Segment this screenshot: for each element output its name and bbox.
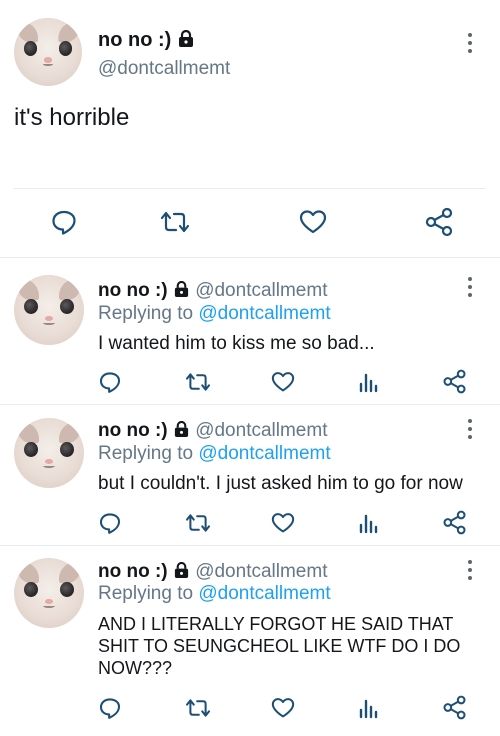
tweet-text-line: NOW??? [98, 658, 173, 678]
tweet-text-line: SHIT TO SEUNGCHEOL LIKE WTF DO I DO [98, 636, 461, 656]
more-icon[interactable] [467, 277, 473, 299]
avatar[interactable] [14, 18, 82, 86]
tweet-text: it's horrible [14, 104, 130, 131]
share-icon[interactable] [442, 510, 467, 535]
tweet-text: I wanted him to kiss me so bad... [98, 333, 375, 354]
heart-icon[interactable] [271, 371, 295, 393]
analytics-icon[interactable] [358, 697, 380, 719]
analytics-icon[interactable] [358, 371, 380, 393]
replying-to-label: Replying to [98, 583, 194, 604]
reply-icon[interactable] [98, 696, 122, 720]
lock-icon [174, 562, 189, 579]
replying-to-label: Replying to [98, 443, 194, 464]
avatar[interactable] [14, 558, 84, 628]
heart-icon[interactable] [271, 512, 295, 534]
divider [0, 545, 500, 546]
lock-icon [178, 30, 193, 47]
reply-icon[interactable] [98, 511, 122, 535]
user-handle[interactable]: @dontcallmemt [98, 58, 230, 80]
avatar[interactable] [14, 275, 84, 345]
analytics-icon[interactable] [358, 512, 380, 534]
replying-to-handle[interactable]: @dontcallmemt [198, 303, 330, 324]
heart-icon[interactable] [271, 697, 295, 719]
replying-to-label: Replying to [98, 303, 194, 324]
divider [0, 257, 500, 258]
divider [0, 404, 500, 405]
heart-icon[interactable] [299, 209, 327, 235]
divider [14, 188, 486, 189]
reply-icon[interactable] [50, 208, 78, 236]
more-icon[interactable] [467, 560, 473, 582]
tweet-text: AND I LITERALLY FORGOT HE SAID THAT SHIT… [98, 613, 460, 679]
retweet-icon[interactable] [185, 697, 211, 719]
retweet-icon[interactable] [185, 371, 211, 393]
replying-to-handle[interactable]: @dontcallmemt [198, 583, 330, 604]
lock-icon [174, 281, 189, 298]
tweet-text-line: AND I LITERALLY FORGOT HE SAID THAT [98, 614, 454, 634]
display-name[interactable]: no no :) [98, 29, 171, 51]
replying-to-handle[interactable]: @dontcallmemt [198, 443, 330, 464]
share-icon[interactable] [424, 207, 454, 237]
share-icon[interactable] [442, 369, 467, 394]
display-name[interactable]: no no :) [98, 280, 168, 301]
lock-icon [174, 421, 189, 438]
retweet-icon[interactable] [160, 209, 190, 235]
display-name[interactable]: no no :) [98, 561, 168, 582]
share-icon[interactable] [442, 695, 467, 720]
reply-icon[interactable] [98, 370, 122, 394]
user-handle[interactable]: @dontcallmemt [195, 561, 327, 582]
tweet-text: but I couldn't. I just asked him to go f… [98, 473, 463, 494]
more-icon[interactable] [467, 33, 473, 55]
user-handle[interactable]: @dontcallmemt [195, 280, 327, 301]
avatar[interactable] [14, 418, 84, 488]
retweet-icon[interactable] [185, 512, 211, 534]
user-handle[interactable]: @dontcallmemt [195, 420, 327, 441]
display-name[interactable]: no no :) [98, 420, 168, 441]
more-icon[interactable] [467, 419, 473, 441]
